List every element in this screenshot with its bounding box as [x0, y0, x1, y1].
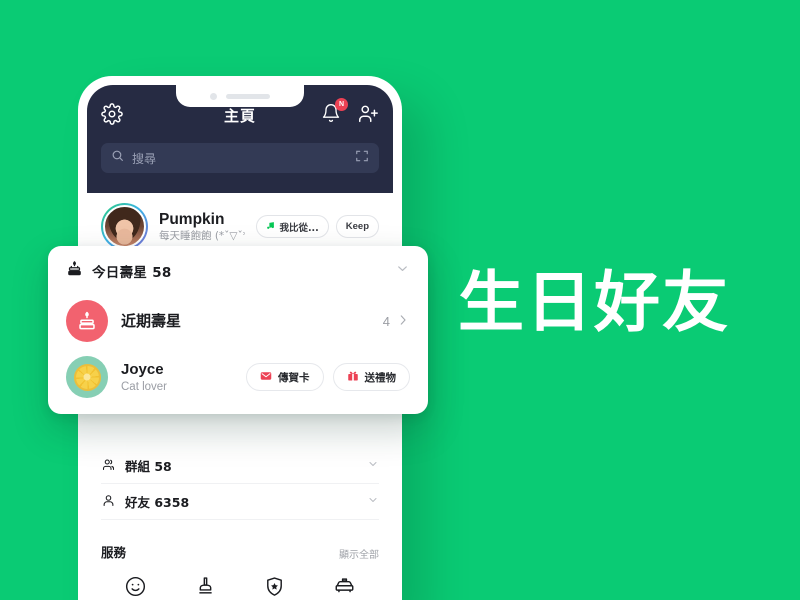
- send-card-label: 傳賀卡: [278, 371, 310, 384]
- chevron-down-icon[interactable]: [367, 458, 379, 473]
- profile-status: 每天睡飽飽 (*ˇ▽ˇ*): [159, 229, 246, 242]
- service-official-account[interactable]: 官方帳號: [240, 575, 310, 600]
- recent-birthdays-label: 近期壽星: [121, 311, 182, 330]
- cake-icon: [66, 260, 83, 282]
- send-card-button[interactable]: 傳賀卡: [246, 363, 324, 391]
- lemon-icon: [73, 363, 101, 391]
- header-actions: N: [321, 98, 379, 125]
- services-header: 服務 顯示全部: [101, 520, 379, 561]
- recent-birthdays-count-wrap: 4: [383, 313, 410, 330]
- avatar[interactable]: [101, 203, 148, 250]
- recent-birthdays-main: 近期壽星: [121, 312, 370, 331]
- music-status-label: 我比從...: [279, 222, 319, 234]
- brush-icon: [194, 575, 217, 600]
- list-item-friends[interactable]: 好友 6358: [101, 484, 379, 520]
- birthday-card-title: 今日壽星 58: [92, 265, 172, 281]
- services-grid: 貼圖小舖 主題小舖: [101, 561, 379, 600]
- list-item-friends-label: 好友 6358: [125, 495, 190, 510]
- send-gift-label: 送禮物: [364, 371, 397, 384]
- gift-icon: [347, 370, 359, 385]
- services-title: 服務: [101, 545, 127, 560]
- group-icon: [101, 457, 116, 475]
- birthday-friend-avatar[interactable]: [66, 356, 108, 398]
- service-sticker-shop[interactable]: 貼圖小舖: [101, 575, 171, 600]
- recent-birthdays-row[interactable]: 近期壽星 4: [66, 286, 410, 342]
- recent-birthdays-count: 4: [382, 313, 390, 329]
- list-area: 群組 58 好友 6358 服務 顯示全部: [87, 448, 393, 600]
- keep-button[interactable]: Keep: [335, 215, 379, 238]
- birthday-card-header[interactable]: 今日壽星 58: [66, 260, 410, 286]
- person-icon: [101, 493, 116, 511]
- birthday-friend-actions: 傳賀卡 送禮物: [246, 363, 410, 391]
- search-icon: [111, 149, 124, 167]
- gear-icon[interactable]: [101, 103, 123, 125]
- birthday-friend-main: Joyce Cat lover: [121, 360, 233, 395]
- music-status-button[interactable]: 我比從...: [256, 215, 329, 238]
- search-placeholder: 搜尋: [132, 151, 157, 166]
- birthday-friend-row[interactable]: Joyce Cat lover 傳賀卡 送禮物: [66, 342, 410, 398]
- notification-badge: N: [335, 98, 348, 111]
- keep-label: Keep: [345, 221, 369, 232]
- service-line-taxi[interactable]: LINE TAXI: [310, 575, 380, 600]
- smiley-icon: [124, 575, 147, 600]
- recent-birthdays-avatar: [66, 300, 108, 342]
- list-item-groups[interactable]: 群組 58: [101, 448, 379, 484]
- birthday-friend-name: Joyce: [121, 360, 164, 378]
- earpiece-speaker: [226, 93, 270, 99]
- list-item-groups-label: 群組 58: [125, 459, 172, 474]
- music-note-icon: [266, 221, 275, 233]
- taxi-icon: [333, 575, 356, 600]
- services-show-all[interactable]: 顯示全部: [339, 546, 379, 561]
- phone-notch: [176, 85, 304, 107]
- canvas: 主頁 N 搜尋 Pumpkin 每天睡飽飽 (*ˇ▽ˇ*) 我比從... Kee…: [0, 0, 800, 600]
- profile-actions: 我比從... Keep: [256, 215, 379, 238]
- birthday-card: 今日壽星 58 近期壽星 4 Joyce Cat lover 傳賀卡 送禮物: [48, 246, 428, 414]
- birthday-friend-status: Cat lover: [121, 380, 168, 393]
- profile-meta: Pumpkin 每天睡飽飽 (*ˇ▽ˇ*): [159, 210, 245, 244]
- qr-scan-icon[interactable]: [355, 149, 369, 168]
- send-gift-button[interactable]: 送禮物: [332, 363, 410, 391]
- search-input[interactable]: 搜尋: [101, 143, 379, 173]
- avatar-photo: [103, 205, 146, 248]
- headline: 生日好友: [458, 264, 730, 341]
- bell-icon[interactable]: N: [321, 98, 348, 125]
- profile-name: Pumpkin: [159, 210, 225, 228]
- envelope-icon: [260, 370, 272, 385]
- chevron-down-icon[interactable]: [367, 494, 379, 509]
- add-friend-icon[interactable]: [357, 103, 379, 125]
- chevron-down-icon[interactable]: [395, 261, 410, 281]
- service-theme-shop[interactable]: 主題小舖: [171, 575, 241, 600]
- front-camera-icon: [210, 92, 217, 100]
- shield-star-icon: [263, 575, 286, 600]
- chevron-right-icon[interactable]: [396, 313, 410, 330]
